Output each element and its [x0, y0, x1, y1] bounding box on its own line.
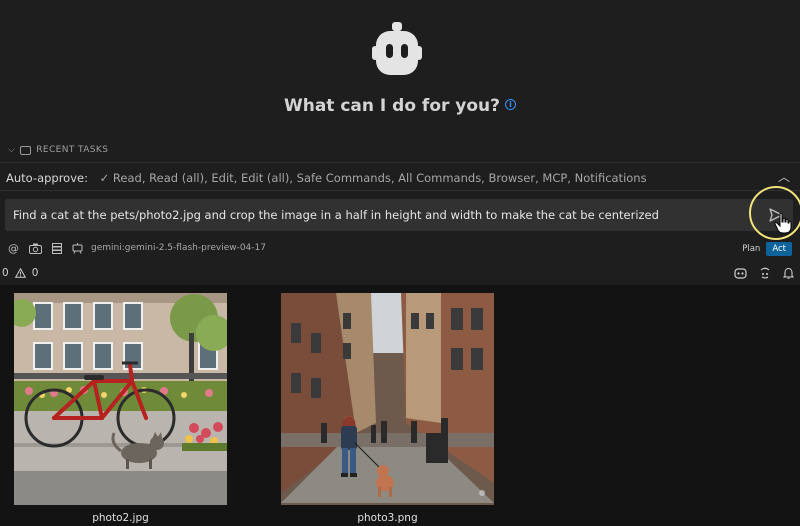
divider — [0, 190, 800, 191]
model-selector[interactable]: gemini:gemini-2.5-flash-preview-04-17 — [91, 243, 266, 253]
image-caption: photo3.png — [357, 512, 418, 524]
robot-logo-icon — [372, 22, 422, 75]
model-icon[interactable] — [72, 242, 83, 254]
bell-icon[interactable] — [783, 267, 794, 279]
recent-tasks-toggle[interactable]: ⌵ RECENT TASKS — [8, 145, 108, 155]
chat-input-text[interactable]: Find a cat at the pets/photo2.jpg and cr… — [13, 208, 659, 222]
copilot-icon[interactable] — [734, 267, 747, 279]
divider — [0, 162, 800, 163]
gallery-thumbnail[interactable] — [281, 293, 494, 505]
mention-button[interactable]: @ — [8, 242, 19, 255]
status-bar: 0 0 — [0, 264, 800, 284]
error-count: 0 — [2, 267, 9, 279]
image-caption: photo2.jpg — [92, 512, 149, 524]
plan-act-toggle[interactable]: Plan Act — [736, 242, 792, 256]
act-mode-button[interactable]: Act — [766, 242, 792, 256]
bicycle-cat-image — [14, 293, 227, 505]
plan-mode-button[interactable]: Plan — [736, 242, 766, 256]
chat-panel: What can I do for you? i ⌵ RECENT TASKS A… — [0, 0, 800, 285]
gallery-thumbnail[interactable] — [14, 293, 227, 505]
server-icon[interactable] — [52, 242, 62, 254]
recent-tasks-label: RECENT TASKS — [36, 145, 109, 155]
auto-approve-bar[interactable]: Auto-approve: ✓ Read, Read (all), Edit, … — [6, 171, 647, 185]
input-toolbar: @ gemini:gemini-2.5-flash-preview-04-17 — [8, 240, 266, 256]
history-icon — [20, 145, 32, 155]
chat-input[interactable]: Find a cat at the pets/photo2.jpg and cr… — [5, 199, 793, 231]
problems-indicator[interactable]: 0 0 — [2, 267, 38, 279]
auto-approve-values: ✓ Read, Read (all), Edit, Edit (all), Sa… — [99, 171, 647, 185]
hand-cursor-icon — [774, 212, 792, 234]
chevron-up-icon[interactable]: ︿ — [778, 168, 790, 185]
image-gallery: photo2.jpg photo3.png — [0, 285, 800, 526]
warning-icon — [14, 268, 26, 278]
camera-icon[interactable] — [29, 243, 42, 254]
chevron-down-icon: ⌵ — [8, 145, 16, 155]
page-title: What can I do for you? i — [0, 96, 800, 116]
street-dog-image — [281, 293, 494, 505]
warning-count: 0 — [31, 267, 39, 279]
auto-approve-label: Auto-approve: — [6, 171, 88, 185]
info-icon[interactable]: i — [505, 99, 517, 110]
feedback-icon[interactable] — [759, 267, 771, 279]
